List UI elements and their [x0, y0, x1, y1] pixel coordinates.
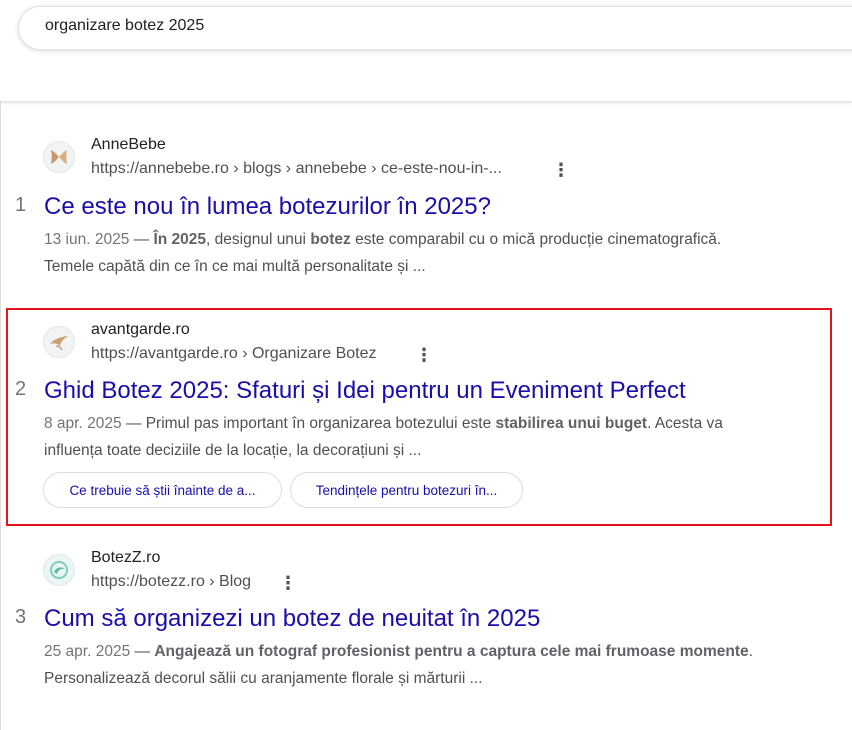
annebebe-favicon-icon: [43, 141, 75, 173]
snippet-bold: În: [153, 231, 172, 248]
snippet-text: , designul unui: [206, 231, 311, 248]
snippet-bold: botez: [310, 231, 351, 248]
site-url[interactable]: https://botezz.ro › Blog: [91, 573, 251, 591]
snippet-date: 13 iun. 2025: [44, 231, 130, 248]
result-title-link[interactable]: Ghid Botez 2025: Sfaturi și Idei pentru …: [44, 377, 686, 405]
snippet-text: este comparabil cu o mică producție cine…: [350, 231, 722, 248]
result-snippet: 13 iun. 2025 — În 2025, designul unui bo…: [44, 226, 852, 280]
site-name[interactable]: BotezZ.ro: [91, 549, 160, 567]
site-name[interactable]: AnneBebe: [91, 136, 166, 154]
sitelink-chip[interactable]: Ce trebuie să știi înainte de a...: [43, 472, 282, 508]
sitelink-chip[interactable]: Tendințele pentru botezuri în...: [290, 472, 523, 508]
snippet-line-2: influența toate deciziile de la locație,…: [44, 442, 422, 459]
snippet-date: 8 apr. 2025: [44, 415, 122, 432]
botezz-favicon-icon: [43, 554, 75, 586]
more-options-icon[interactable]: ⋮: [415, 345, 433, 365]
result-title-link[interactable]: Ce este nou în lumea botezurilor în 2025…: [44, 193, 491, 221]
search-input[interactable]: [45, 17, 745, 35]
snippet-dash: —: [130, 643, 155, 660]
snippet-line-2: Personalizează decorul sălii cu aranjame…: [44, 670, 483, 687]
result-snippet: 8 apr. 2025 — Primul pas important în or…: [44, 410, 852, 464]
site-name[interactable]: avantgarde.ro: [91, 321, 190, 339]
snippet-text: . Acesta va: [647, 415, 723, 432]
snippet-bold: 2025: [171, 231, 207, 248]
result-title-link[interactable]: Cum să organizezi un botez de neuitat în…: [44, 605, 540, 633]
search-header: [0, 0, 852, 101]
snippet-bold: Angajează un fotograf profesionist pentr…: [154, 643, 749, 660]
result-snippet: 25 apr. 2025 — Angajează un fotograf pro…: [44, 638, 852, 692]
site-url[interactable]: https://avantgarde.ro › Organizare Botez: [91, 345, 376, 363]
result-rank: 2: [15, 378, 27, 400]
result-rank: 1: [15, 194, 27, 216]
snippet-dash: —: [129, 231, 154, 248]
snippet-line-2: Temele capătă din ce în ce mai multă per…: [44, 258, 426, 275]
snippet-text: .: [748, 643, 753, 660]
site-url[interactable]: https://annebebe.ro › blogs › annebebe ›…: [91, 160, 502, 178]
snippet-dash: —: [121, 415, 146, 432]
snippet-date: 25 apr. 2025: [44, 643, 131, 660]
more-options-icon[interactable]: ⋮: [279, 573, 297, 593]
snippet-bold: stabilirea unui buget: [495, 415, 648, 432]
window-edge: [0, 0, 1, 730]
avantgarde-favicon-icon: [43, 326, 75, 358]
search-box[interactable]: [18, 6, 852, 50]
snippet-text: Primul pas important în organizarea bote…: [145, 415, 496, 432]
result-rank: 3: [15, 606, 27, 628]
more-options-icon[interactable]: ⋮: [552, 160, 570, 180]
